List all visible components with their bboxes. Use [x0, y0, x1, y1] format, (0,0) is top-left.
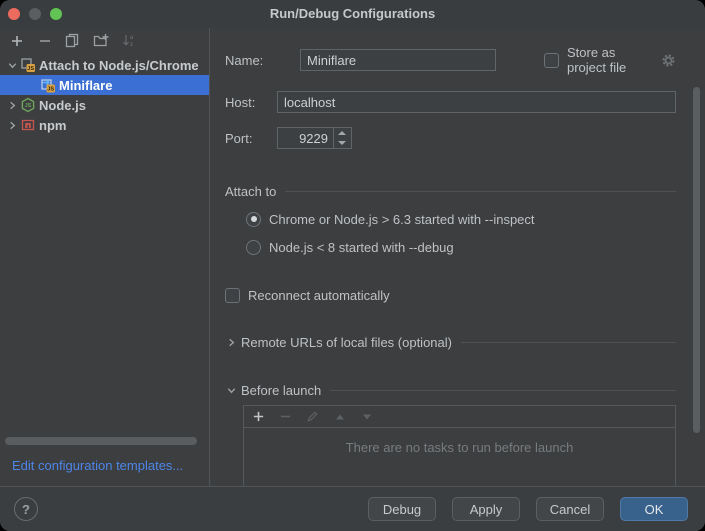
tree-item-label: Attach to Node.js/Chrome — [39, 58, 199, 73]
dialog-footer: ? Debug Apply Cancel OK — [0, 486, 705, 531]
move-up-icon — [334, 411, 346, 423]
reconnect-checkbox[interactable] — [225, 288, 240, 303]
run-debug-configurations-dialog: Run/Debug Configurations az JS — [0, 0, 705, 531]
port-increment-button[interactable] — [334, 128, 350, 138]
port-decrement-button[interactable] — [334, 138, 350, 148]
host-row: Host: — [225, 91, 676, 113]
sort-configurations-button: az — [120, 32, 137, 49]
chevron-right-icon[interactable] — [4, 97, 20, 113]
ok-button[interactable]: OK — [620, 497, 688, 521]
svg-text:z: z — [130, 42, 133, 48]
svg-text:JS: JS — [25, 103, 32, 109]
action-buttons: Debug Apply Cancel OK — [368, 497, 688, 521]
edit-icon — [306, 410, 319, 423]
attach-to-title: Attach to — [225, 184, 276, 199]
name-row: Name: Store as project file — [225, 49, 676, 71]
help-button[interactable]: ? — [14, 497, 38, 521]
move-task-down-button — [358, 408, 375, 425]
before-launch-section-header[interactable]: Before launch — [225, 379, 676, 401]
remove-configuration-button[interactable] — [36, 32, 53, 49]
before-launch-panel: There are no tasks to run before launch — [243, 405, 676, 486]
attach-nodejs-chrome-icon: JS — [20, 57, 36, 73]
port-input[interactable] — [278, 128, 333, 148]
stepper-up-icon — [338, 131, 346, 135]
cancel-button[interactable]: Cancel — [536, 497, 604, 521]
remote-urls-title: Remote URLs of local files (optional) — [241, 335, 452, 350]
apply-button[interactable]: Apply — [452, 497, 520, 521]
configurations-sidebar: az JS Attach to Node.js/Chrome JS Minifl… — [0, 28, 210, 486]
sort-alpha-icon: az — [121, 33, 136, 48]
before-launch-toolbar — [244, 406, 675, 428]
before-launch-empty-text: There are no tasks to run before launch — [244, 440, 675, 455]
port-label: Port: — [225, 131, 252, 146]
titlebar: Run/Debug Configurations — [0, 0, 705, 28]
edit-task-button — [304, 408, 321, 425]
chevron-right-icon[interactable] — [4, 117, 20, 133]
reconnect-row[interactable]: Reconnect automatically — [225, 284, 676, 306]
radio-selected-icon[interactable] — [246, 212, 261, 227]
svg-text:JS: JS — [47, 87, 54, 93]
tree-item-attach-to-nodejs-chrome[interactable]: JS Attach to Node.js/Chrome — [0, 55, 209, 75]
attach-nodejs-chrome-run-icon: JS — [40, 77, 56, 93]
copy-icon — [65, 33, 80, 48]
remove-task-button — [277, 408, 294, 425]
stepper-down-icon — [338, 141, 346, 145]
radio-option-label: Node.js < 8 started with --debug — [269, 240, 454, 255]
name-input[interactable] — [300, 49, 496, 71]
nodejs-icon: JS — [20, 97, 36, 113]
sidebar-toolbar: az — [0, 28, 209, 53]
sidebar-horizontal-scrollbar[interactable] — [5, 437, 197, 445]
svg-text:a: a — [130, 35, 134, 41]
new-folder-button[interactable] — [92, 32, 109, 49]
copy-configuration-button[interactable] — [64, 32, 81, 49]
attach-to-group-header: Attach to — [225, 180, 676, 202]
form-vertical-scrollbar[interactable] — [693, 87, 700, 433]
add-icon — [252, 410, 265, 423]
radio-option-inspect[interactable]: Chrome or Node.js > 6.3 started with --i… — [246, 208, 676, 230]
chevron-down-icon[interactable] — [4, 57, 20, 73]
tree-item-label: npm — [39, 118, 66, 133]
tree-item-label: Miniflare — [59, 78, 112, 93]
add-configuration-button[interactable] — [8, 32, 25, 49]
remove-icon — [279, 410, 292, 423]
add-task-button[interactable] — [250, 408, 267, 425]
move-task-up-button — [331, 408, 348, 425]
radio-option-label: Chrome or Node.js > 6.3 started with --i… — [269, 212, 535, 227]
configurations-tree: JS Attach to Node.js/Chrome JS Miniflare… — [0, 55, 209, 135]
chevron-right-icon[interactable] — [225, 336, 238, 349]
host-input[interactable] — [277, 91, 676, 113]
store-as-project-file-checkbox[interactable] — [544, 53, 559, 68]
dialog-title: Run/Debug Configurations — [0, 0, 705, 28]
edit-configuration-templates-link[interactable]: Edit configuration templates... — [12, 458, 183, 473]
before-launch-title: Before launch — [241, 383, 321, 398]
port-row: Port: — [225, 127, 676, 149]
group-separator — [461, 342, 676, 343]
store-as-project-file-label: Store as project file — [567, 45, 653, 75]
chevron-down-icon[interactable] — [225, 384, 238, 397]
svg-text:JS: JS — [27, 66, 34, 72]
configuration-form: Name: Store as project file Host: Port: — [211, 28, 705, 486]
tree-item-miniflare[interactable]: JS Miniflare — [0, 75, 209, 95]
group-separator — [285, 191, 676, 192]
remove-icon — [38, 34, 52, 48]
tree-item-label: Node.js — [39, 98, 86, 113]
reconnect-label: Reconnect automatically — [248, 288, 390, 303]
remote-urls-section-header[interactable]: Remote URLs of local files (optional) — [225, 331, 676, 353]
gear-icon[interactable] — [661, 53, 676, 68]
help-icon: ? — [22, 502, 30, 517]
add-icon — [10, 34, 24, 48]
move-down-icon — [361, 411, 373, 423]
host-label: Host: — [225, 95, 255, 110]
npm-icon — [20, 117, 36, 133]
port-stepper — [333, 128, 350, 148]
new-folder-icon — [93, 33, 109, 48]
radio-option-debug[interactable]: Node.js < 8 started with --debug — [246, 236, 676, 258]
tree-item-nodejs[interactable]: JS Node.js — [0, 95, 209, 115]
radio-unselected-icon[interactable] — [246, 240, 261, 255]
group-separator — [330, 390, 676, 391]
name-label: Name: — [225, 53, 263, 68]
debug-button[interactable]: Debug — [368, 497, 436, 521]
tree-item-npm[interactable]: npm — [0, 115, 209, 135]
